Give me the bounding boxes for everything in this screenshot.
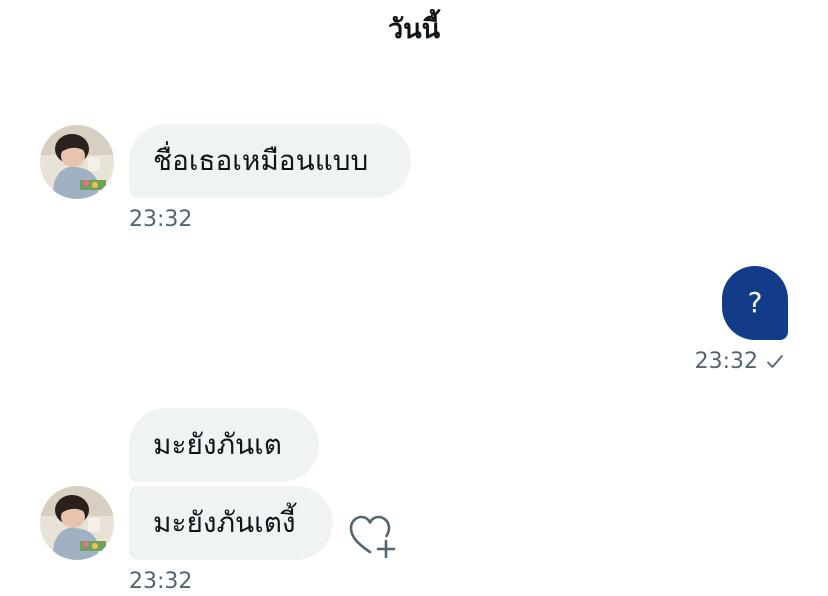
message-timestamp: 23:32	[694, 349, 758, 374]
message-text: มะยังภันเต	[153, 428, 282, 461]
sent-message-bubble[interactable]: ?	[722, 266, 788, 340]
heart-plus-icon[interactable]	[348, 514, 398, 558]
message-bubble[interactable]: มะยังภันเต	[129, 408, 319, 482]
message-timestamp: 23:32	[129, 569, 193, 594]
avatar-photo	[40, 486, 114, 560]
message-text: ชื่อเธอเหมือนแบบ	[153, 144, 369, 177]
date-header: วันนี้	[387, 14, 441, 45]
message-bubble[interactable]: ชื่อเธอเหมือนแบบ	[129, 124, 411, 198]
avatar[interactable]	[40, 486, 114, 560]
message-text: มะยังภันเตงี้	[153, 506, 296, 539]
avatar-photo	[40, 125, 114, 199]
check-icon	[767, 355, 783, 368]
message-text: ?	[747, 286, 763, 319]
message-timestamp: 23:32	[129, 207, 193, 232]
avatar[interactable]	[40, 125, 114, 199]
sent-status-row: 23:32	[695, 348, 784, 376]
message-bubble[interactable]: มะยังภันเตงี้	[129, 486, 333, 560]
